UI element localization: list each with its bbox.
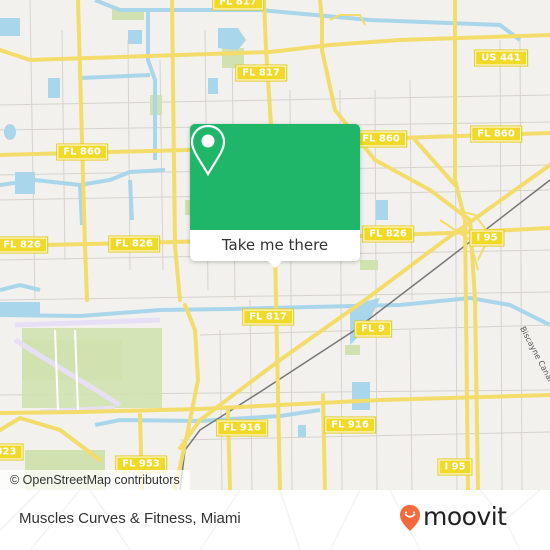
footer-bar: Muscles Curves & Fitness, Miami moovit xyxy=(0,490,550,550)
location-popup[interactable]: Take me there xyxy=(190,124,360,268)
road-shield-fl-916: FL 916 xyxy=(324,416,376,434)
popup-header[interactable] xyxy=(190,124,360,230)
road-shield-fl-817: FL 817 xyxy=(235,64,287,82)
place-name: Muscles Curves & Fitness, Miami xyxy=(19,510,241,527)
road-shield-fl-860: FL 860 xyxy=(470,125,522,143)
road-shield-i-95: I 95 xyxy=(469,229,505,247)
road-shield-fl-826: FL 826 xyxy=(108,235,160,253)
road-shield-fl-826: FL 826 xyxy=(0,236,48,254)
moovit-pin-icon xyxy=(400,505,420,531)
road-shield-i-95: I 95 xyxy=(437,458,473,476)
airport xyxy=(13,317,162,415)
road-shield-fl-860: FL 860 xyxy=(355,130,407,148)
road-shield-fl-817: FL 817 xyxy=(242,308,294,326)
moovit-wordmark: moovit xyxy=(423,502,507,531)
map-attribution[interactable]: © OpenStreetMap contributors xyxy=(0,470,190,490)
road-shield-fl-817: FL 817 xyxy=(212,0,264,11)
map-pin-icon xyxy=(190,124,226,176)
road-shield-fl-9: FL 9 xyxy=(354,320,392,338)
take-me-there-button[interactable]: Take me there xyxy=(190,230,360,261)
road-shield-fl-860: FL 860 xyxy=(56,143,108,161)
road-shield-us-441: US 441 xyxy=(474,49,528,67)
map-view[interactable]: FL 817 FL 817 US 441 FL 860 FL 860 FL 86… xyxy=(0,0,550,490)
road-shield-fl-916: FL 916 xyxy=(216,419,268,437)
popup-pointer xyxy=(267,260,283,268)
road-shield-fl-826: FL 826 xyxy=(362,225,414,243)
road-shield-823: 823 xyxy=(0,443,24,461)
